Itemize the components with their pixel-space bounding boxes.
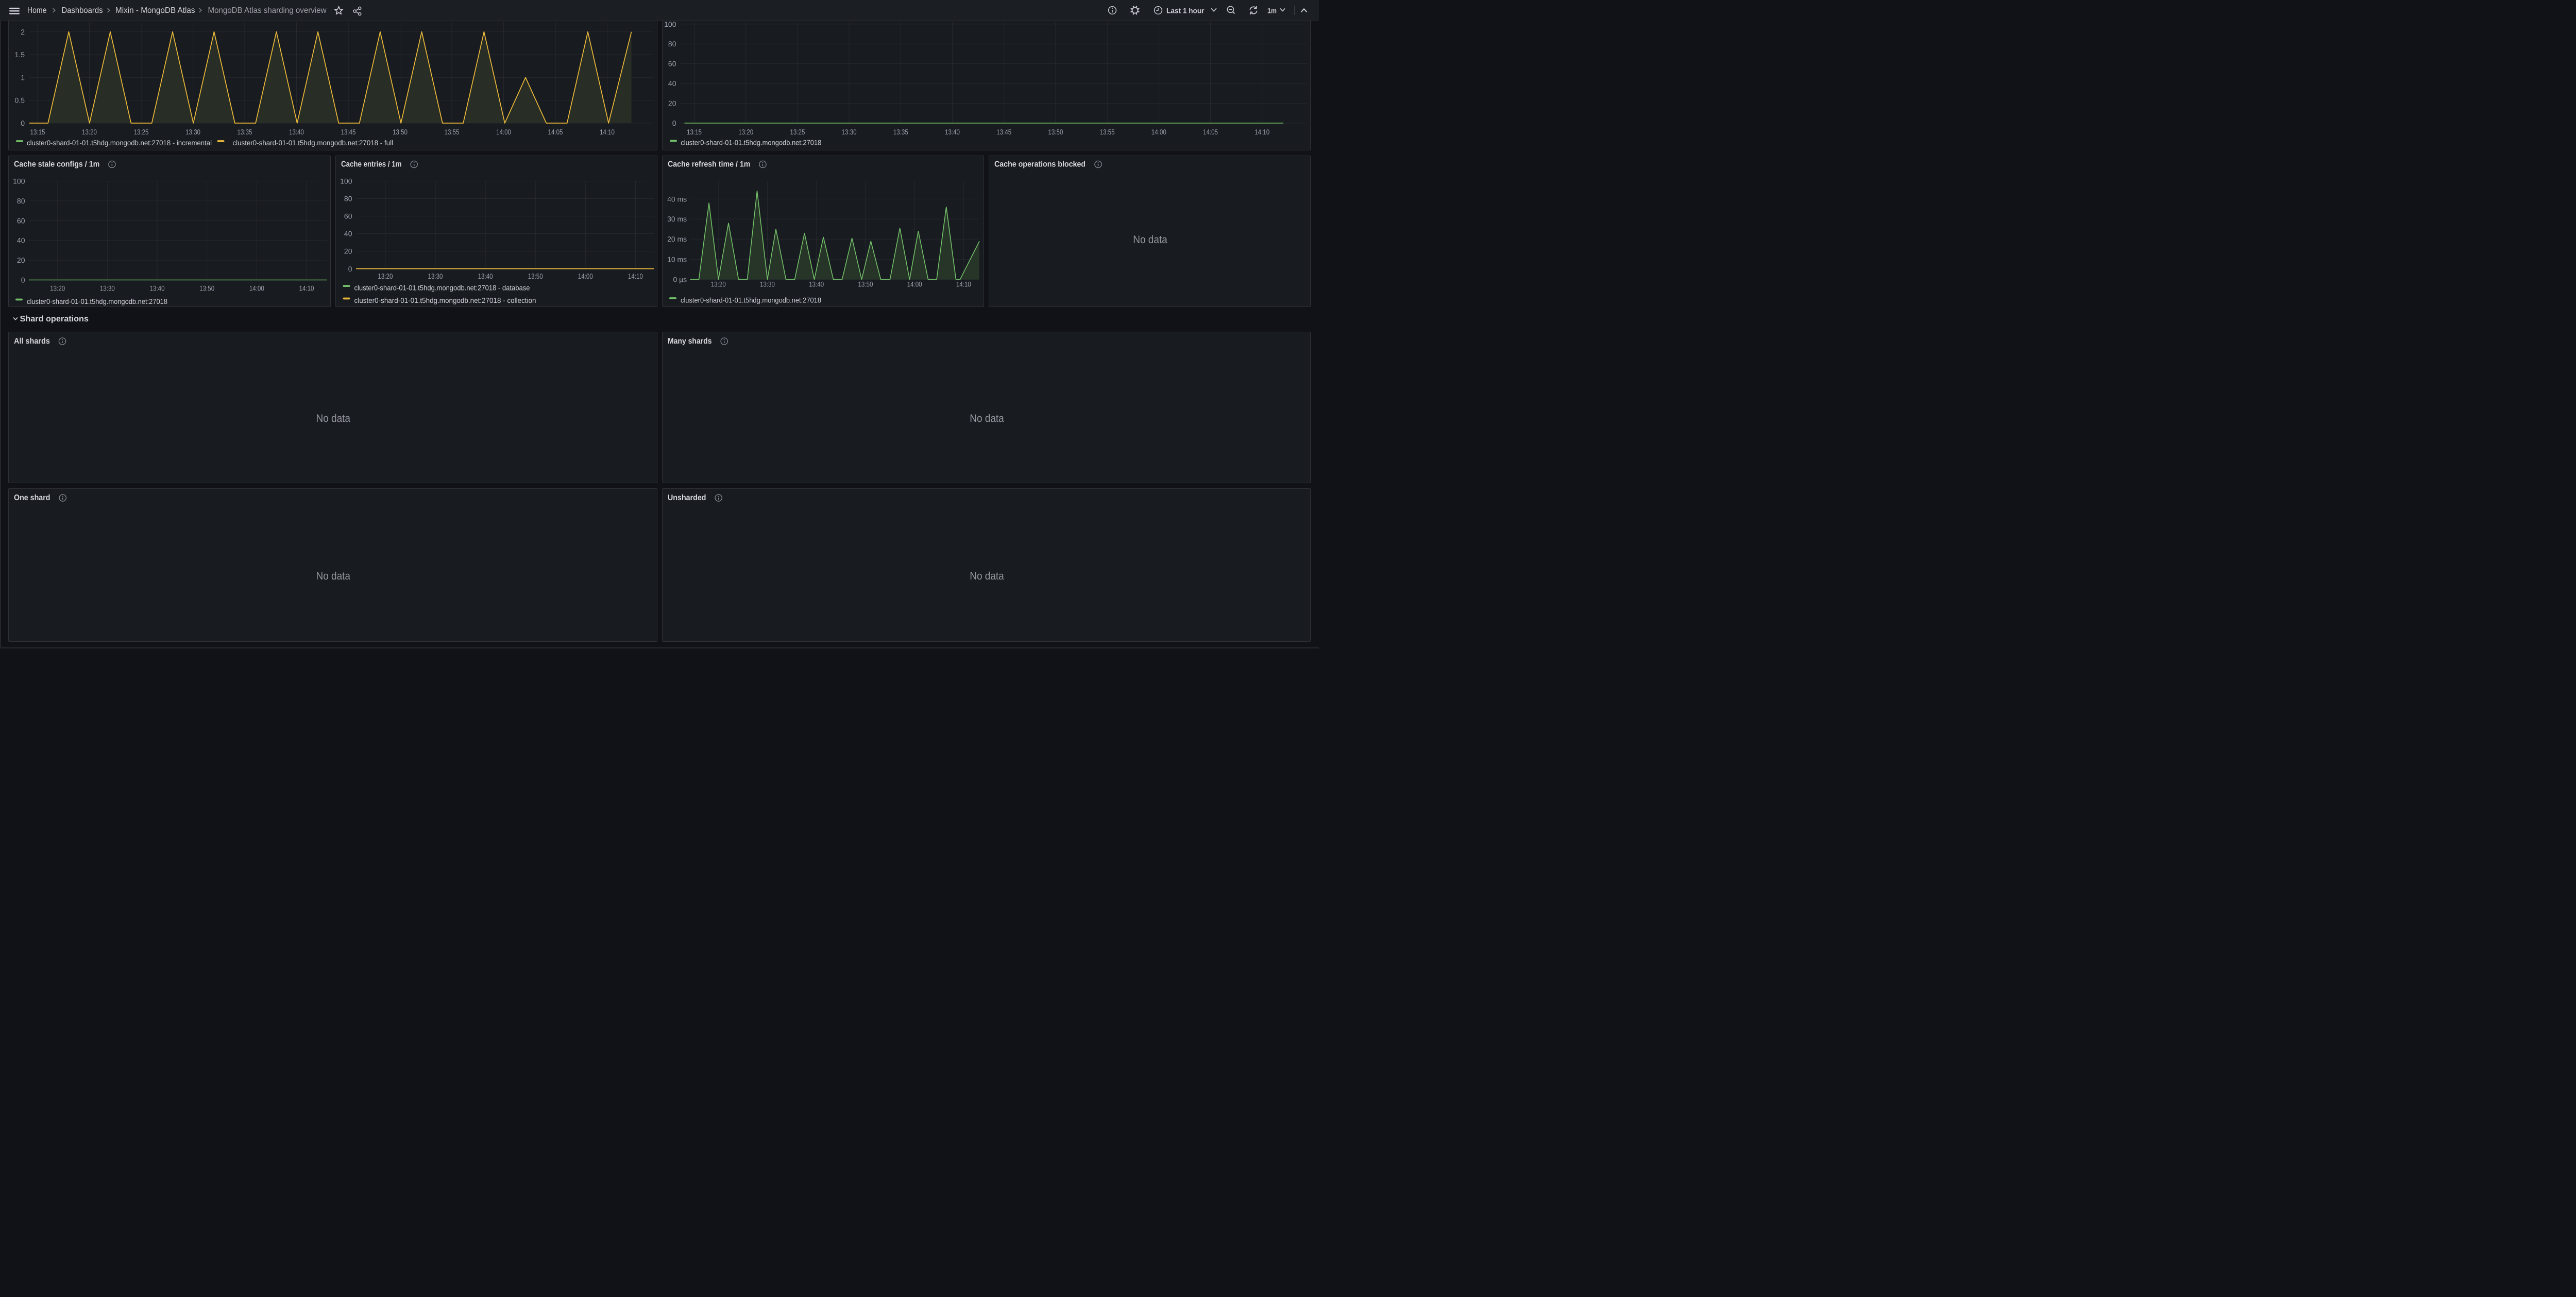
svg-text:0: 0 [348,264,352,272]
svg-text:14:00: 14:00 [907,280,922,288]
svg-text:13:20: 13:20 [50,284,65,292]
svg-text:0 µs: 0 µs [673,275,687,283]
svg-text:13:45: 13:45 [341,128,356,136]
svg-text:Many shards: Many shards [668,337,712,346]
svg-text:100: 100 [664,20,676,28]
svg-text:13:40: 13:40 [945,128,960,136]
svg-text:13:40: 13:40 [809,280,824,288]
svg-text:2: 2 [21,28,25,36]
svg-text:Cache entries / 1m: Cache entries / 1m [341,160,402,168]
svg-text:No data: No data [970,570,1004,582]
svg-text:14:10: 14:10 [299,284,314,292]
svg-text:13:30: 13:30 [428,272,443,280]
svg-text:40: 40 [17,236,25,244]
svg-text:0: 0 [672,119,676,127]
svg-text:14:05: 14:05 [1203,128,1218,136]
svg-text:13:30: 13:30 [841,128,856,136]
svg-text:13:15: 13:15 [687,128,702,136]
svg-text:14:00: 14:00 [578,272,592,280]
svg-text:13:15: 13:15 [30,128,45,136]
svg-text:10 ms: 10 ms [667,255,687,263]
svg-text:No data: No data [316,570,351,582]
svg-text:40: 40 [668,79,676,88]
svg-text:40: 40 [344,229,352,237]
svg-text:80: 80 [668,40,676,48]
svg-text:13:35: 13:35 [893,128,908,136]
svg-text:13:25: 13:25 [790,128,805,136]
svg-text:60: 60 [17,216,25,225]
svg-text:13:40: 13:40 [289,128,304,136]
svg-text:All shards: All shards [14,337,50,346]
svg-text:80: 80 [17,196,25,204]
svg-text:cluster0-shard-01-01.t5hdg.mon: cluster0-shard-01-01.t5hdg.mongodb.net:2… [27,139,212,147]
svg-text:13:45: 13:45 [996,128,1011,136]
svg-text:13:25: 13:25 [134,128,149,136]
svg-text:13:40: 13:40 [150,284,165,292]
svg-text:14:00: 14:00 [496,128,511,136]
svg-text:80: 80 [344,194,352,202]
svg-text:14:10: 14:10 [956,280,971,288]
svg-text:20: 20 [668,99,676,108]
svg-text:13:30: 13:30 [100,284,115,292]
svg-text:60: 60 [668,60,676,68]
svg-text:cluster0-shard-01-01.t5hdg.mon: cluster0-shard-01-01.t5hdg.mongodb.net:2… [681,139,821,147]
svg-text:Shard operations: Shard operations [20,315,89,323]
svg-text:cluster0-shard-01-01.t5hdg.mon: cluster0-shard-01-01.t5hdg.mongodb.net:2… [354,283,530,292]
svg-text:100: 100 [13,177,25,185]
svg-text:14:10: 14:10 [1255,128,1269,136]
svg-text:100: 100 [340,177,352,185]
svg-text:0: 0 [21,276,25,284]
svg-text:Unsharded: Unsharded [668,493,706,502]
svg-text:0: 0 [21,119,25,127]
svg-text:Last 1 hour: Last 1 hour [1166,7,1205,15]
svg-text:13:50: 13:50 [858,280,873,288]
svg-text:cluster0-shard-01-01.t5hdg.mon: cluster0-shard-01-01.t5hdg.mongodb.net:2… [233,139,394,147]
svg-text:13:50: 13:50 [528,272,543,280]
svg-text:14:05: 14:05 [548,128,563,136]
svg-text:13:20: 13:20 [82,128,97,136]
svg-text:13:20: 13:20 [710,280,725,288]
svg-text:13:55: 13:55 [1099,128,1114,136]
svg-text:20: 20 [344,247,352,255]
svg-text:MongoDB Atlas sharding overvie: MongoDB Atlas sharding overview [208,6,327,15]
svg-text:13:30: 13:30 [760,280,775,288]
svg-text:14:00: 14:00 [1151,128,1166,136]
svg-text:cluster0-shard-01-01.t5hdg.mon: cluster0-shard-01-01.t5hdg.mongodb.net:2… [27,297,167,305]
svg-text:cluster0-shard-01-01.t5hdg.mon: cluster0-shard-01-01.t5hdg.mongodb.net:2… [681,296,821,304]
svg-text:No data: No data [316,413,351,424]
svg-text:13:55: 13:55 [445,128,460,136]
svg-text:1: 1 [21,73,25,81]
svg-text:Cache refresh time / 1m: Cache refresh time / 1m [668,160,750,168]
svg-text:60: 60 [344,212,352,220]
svg-text:cluster0-shard-01-01.t5hdg.mon: cluster0-shard-01-01.t5hdg.mongodb.net:2… [354,296,536,304]
svg-text:Cache stale configs / 1m: Cache stale configs / 1m [14,160,99,168]
svg-text:1m: 1m [1267,7,1277,15]
svg-text:20: 20 [17,256,25,264]
svg-text:13:35: 13:35 [238,128,252,136]
svg-text:No data: No data [970,413,1004,424]
svg-text:13:50: 13:50 [199,284,214,292]
svg-text:14:10: 14:10 [628,272,642,280]
svg-text:Dashboards: Dashboards [62,6,103,15]
svg-text:1.5: 1.5 [15,50,25,59]
svg-text:13:30: 13:30 [185,128,200,136]
svg-text:13:50: 13:50 [393,128,408,136]
svg-text:13:50: 13:50 [1048,128,1063,136]
svg-text:No data: No data [1133,234,1167,246]
svg-text:20 ms: 20 ms [667,235,687,243]
svg-text:40 ms: 40 ms [667,195,687,203]
svg-text:13:20: 13:20 [378,272,393,280]
svg-text:0.5: 0.5 [15,96,25,105]
svg-text:14:10: 14:10 [600,128,615,136]
svg-text:30 ms: 30 ms [667,215,687,223]
svg-text:Mixin - MongoDB Atlas: Mixin - MongoDB Atlas [115,6,195,15]
svg-text:Home: Home [27,6,46,15]
svg-text:13:40: 13:40 [478,272,493,280]
svg-text:14:00: 14:00 [249,284,264,292]
svg-text:13:20: 13:20 [738,128,753,136]
svg-text:One shard: One shard [14,493,50,502]
svg-text:Cache operations blocked: Cache operations blocked [994,160,1086,168]
